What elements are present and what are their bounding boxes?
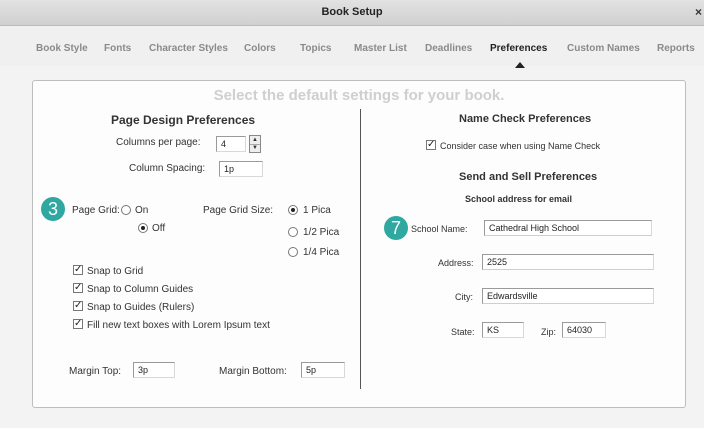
state-label: State: — [451, 327, 475, 337]
name-check-case-checkbox[interactable]: ✓ — [426, 140, 436, 150]
snap-to-grid-checkbox[interactable]: ✓ — [73, 265, 83, 275]
snap-to-guides-rulers-checkbox[interactable]: ✓ — [73, 301, 83, 311]
column-spacing-label: Column Spacing: — [129, 163, 206, 174]
tab-bar: Book Style Fonts Character Styles Colors… — [0, 26, 704, 68]
window-title: Book Setup — [321, 6, 383, 18]
column-divider — [360, 109, 361, 389]
callout-3-badge: 3 — [41, 197, 65, 221]
grid-size-quarter-pica-radio[interactable] — [288, 247, 298, 257]
tab-topics[interactable]: Topics — [300, 43, 331, 54]
school-address-subheading: School address for email — [465, 194, 573, 204]
margin-top-input[interactable]: 3p — [133, 362, 175, 378]
margin-top-label: Margin Top: — [69, 366, 122, 377]
active-tab-indicator-icon — [515, 62, 525, 68]
zip-input[interactable]: 64030 — [562, 322, 606, 338]
tab-deadlines[interactable]: Deadlines — [425, 43, 472, 54]
tab-character-styles[interactable]: Character Styles — [149, 43, 228, 54]
tab-colors[interactable]: Colors — [244, 43, 276, 54]
tab-book-style[interactable]: Book Style — [36, 43, 88, 54]
page-design-heading: Page Design Preferences — [111, 113, 256, 127]
title-bar: Book Setup × — [0, 0, 704, 26]
tab-fonts[interactable]: Fonts — [104, 43, 131, 54]
grid-size-half-pica-label: 1/2 Pica — [303, 227, 340, 238]
page-grid-on-radio[interactable] — [121, 205, 131, 215]
snap-to-guides-rulers-label: Snap to Guides (Rulers) — [87, 302, 195, 313]
preferences-panel: Select the default settings for your boo… — [32, 80, 686, 408]
send-sell-heading: Send and Sell Preferences — [459, 171, 598, 183]
column-spacing-input[interactable]: 1p — [219, 161, 263, 177]
city-label: City: — [455, 292, 473, 302]
fill-lorem-ipsum-checkbox[interactable]: ✓ — [73, 319, 83, 329]
school-name-label: School Name: — [411, 224, 468, 234]
margin-bottom-input[interactable]: 5p — [301, 362, 345, 378]
grid-size-quarter-pica-label: 1/4 Pica — [303, 247, 340, 258]
grid-size-1-pica-label: 1 Pica — [303, 205, 331, 216]
stepper-down-icon[interactable]: ▼ — [250, 144, 260, 152]
panel-banner: Select the default settings for your boo… — [213, 87, 505, 104]
tab-master-list[interactable]: Master List — [354, 43, 407, 54]
callout-7-badge: 7 — [384, 216, 408, 240]
page-grid-on-label: On — [135, 205, 149, 216]
city-input[interactable]: Edwardsville — [482, 288, 654, 304]
columns-stepper[interactable]: ▲ ▼ — [249, 135, 261, 153]
fill-lorem-ipsum-label: Fill new text boxes with Lorem Ipsum tex… — [87, 320, 270, 331]
address-label: Address: — [438, 258, 474, 268]
columns-per-page-input[interactable]: 4 — [216, 136, 246, 152]
state-input[interactable]: KS — [482, 322, 524, 338]
snap-to-column-guides-label: Snap to Column Guides — [87, 284, 194, 295]
snap-to-grid-label: Snap to Grid — [87, 266, 144, 277]
columns-per-page-label: Columns per page: — [116, 137, 201, 148]
school-name-input[interactable]: Cathedral High School — [484, 220, 652, 236]
zip-label: Zip: — [541, 327, 557, 337]
snap-to-column-guides-checkbox[interactable]: ✓ — [73, 283, 83, 293]
page-grid-off-radio[interactable] — [138, 223, 148, 233]
grid-size-1-pica-radio[interactable] — [288, 205, 298, 215]
page-grid-size-label: Page Grid Size: — [203, 205, 274, 216]
tab-preferences[interactable]: Preferences — [490, 43, 547, 54]
name-check-heading: Name Check Preferences — [459, 113, 592, 125]
close-icon[interactable]: × — [695, 5, 702, 19]
tab-custom-names[interactable]: Custom Names — [567, 43, 640, 54]
address-input[interactable]: 2525 — [482, 254, 654, 270]
grid-size-half-pica-radio[interactable] — [288, 227, 298, 237]
page-grid-label: Page Grid: — [72, 205, 120, 216]
margin-bottom-label: Margin Bottom: — [219, 366, 287, 377]
tab-reports[interactable]: Reports — [657, 43, 695, 54]
name-check-case-label: Consider case when using Name Check — [440, 141, 601, 151]
page-grid-off-label: Off — [152, 223, 166, 234]
